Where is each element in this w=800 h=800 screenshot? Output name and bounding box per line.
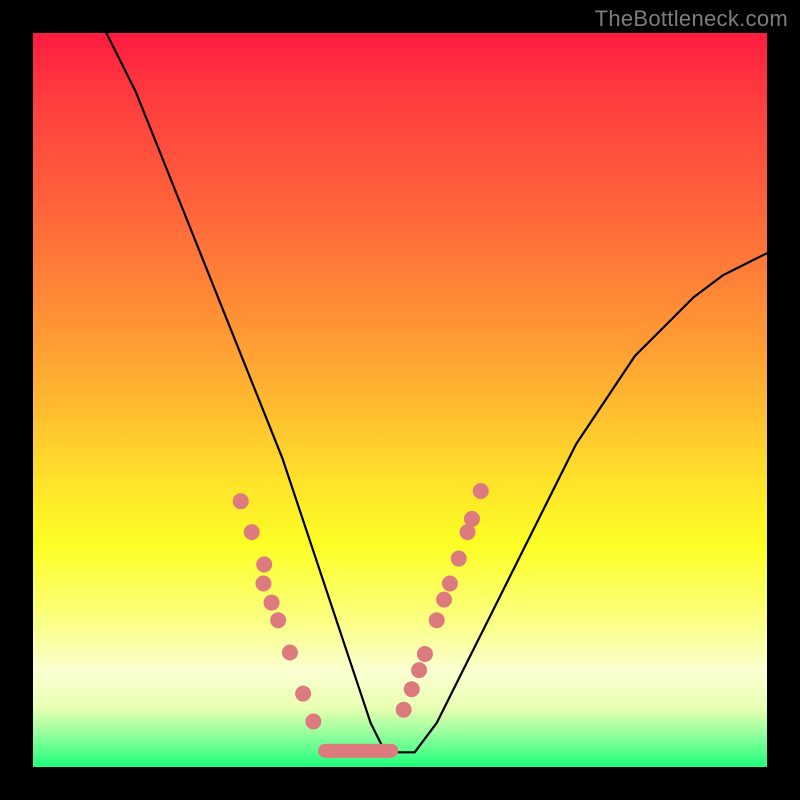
marker-left [270,612,286,628]
marker-left [282,644,298,660]
marker-left [295,686,311,702]
curve-main [106,33,767,752]
marker-left [255,576,271,592]
marker-left [305,713,321,729]
marker-right [417,646,433,662]
plot-svg [33,33,767,767]
marker-right [473,483,489,499]
watermark-text: TheBottleneck.com [595,6,788,32]
marker-left [233,493,249,509]
marker-right [464,511,480,527]
marker-right [442,576,458,592]
marker-right [451,551,467,567]
marker-right [436,592,452,608]
marker-right [404,681,420,697]
plot-area [33,33,767,767]
marker-right [411,662,427,678]
marker-right [396,702,412,718]
marker-left [256,556,272,572]
marker-left [264,595,280,611]
marker-right [429,612,445,628]
marker-left [244,524,260,540]
chart-frame: TheBottleneck.com [0,0,800,800]
